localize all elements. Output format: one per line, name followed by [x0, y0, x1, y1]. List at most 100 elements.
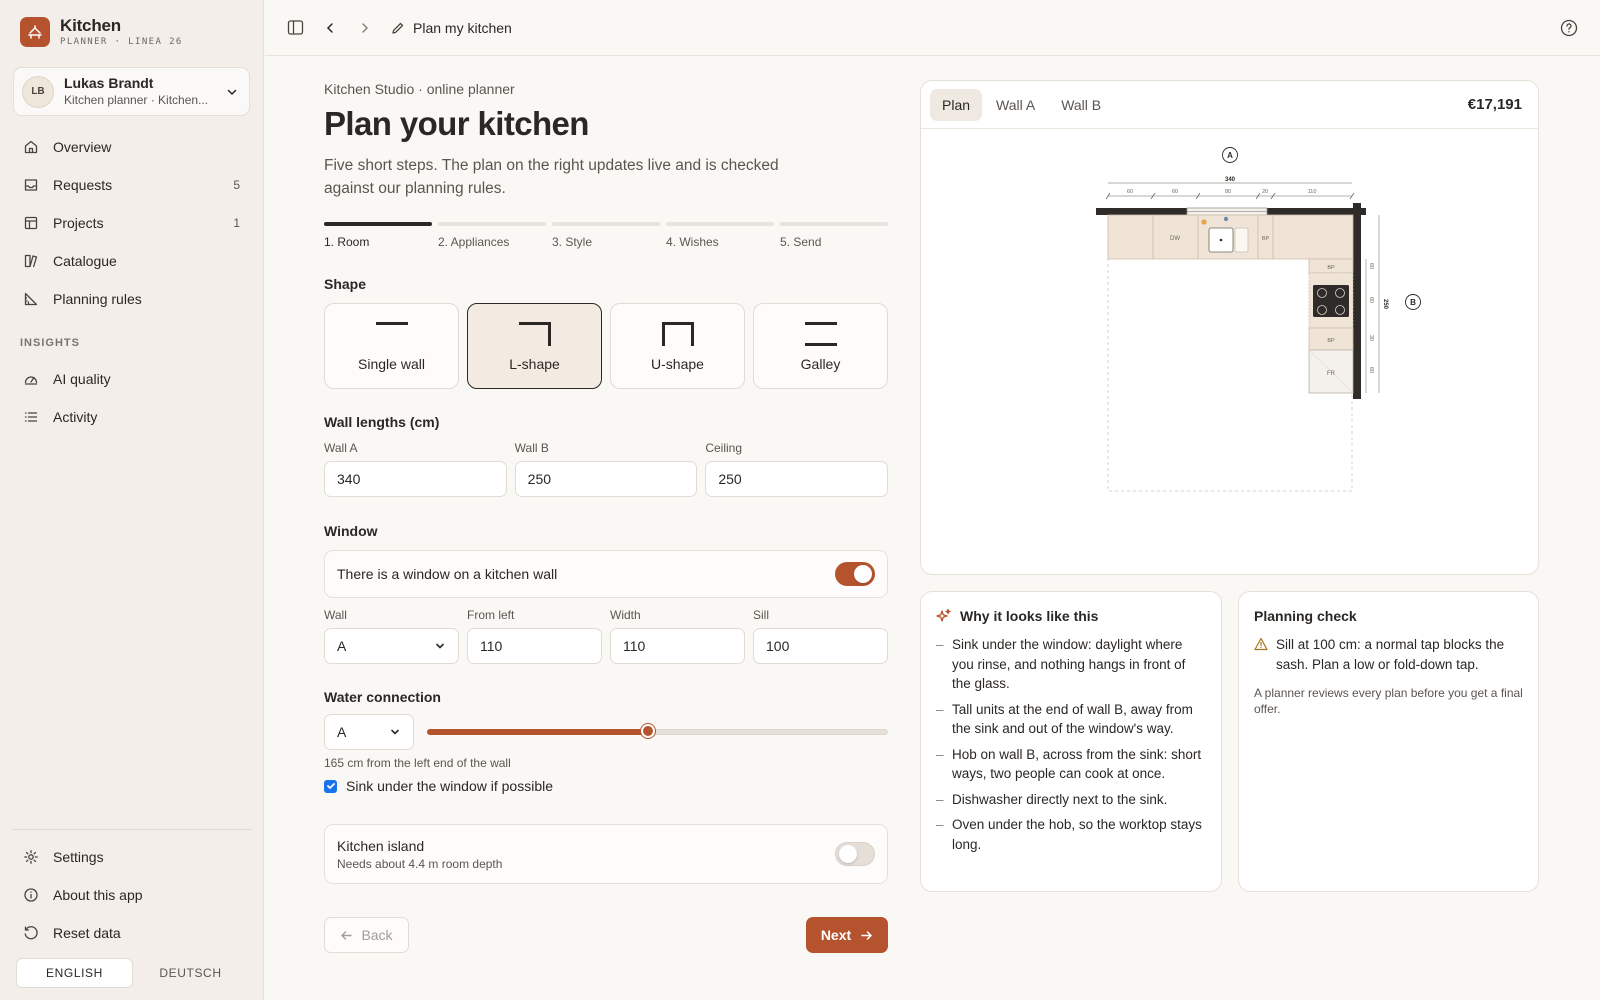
single-wall-icon	[375, 322, 408, 325]
nav-item-reset-data[interactable]: Reset data	[12, 914, 252, 952]
water-position-slider[interactable]	[427, 724, 888, 738]
catalogue-icon	[24, 254, 38, 268]
island-toggle[interactable]	[835, 842, 875, 866]
reset-icon	[24, 926, 38, 940]
island-toggle-card[interactable]: Kitchen island Needs about 4.4 m room de…	[324, 824, 888, 884]
bp-label: BP	[1262, 236, 1270, 242]
user-switcher[interactable]: LB Lukas Brandt Kitchen planner · Kitche…	[13, 67, 250, 116]
nav-item-overview[interactable]: Overview	[12, 128, 252, 166]
step-progress: 1. Room 2. Appliances 3. Style 4. Wishes…	[324, 222, 888, 249]
window-toggle[interactable]	[835, 562, 875, 586]
from-left-input[interactable]	[467, 628, 602, 664]
wall-a-marker-label: A	[1227, 151, 1233, 160]
check-heading: Planning check	[1254, 608, 1523, 624]
next-button[interactable]: Next	[806, 917, 888, 953]
user-role: Kitchen planner · Kitchen...	[64, 93, 209, 107]
gear-icon	[24, 850, 38, 864]
window-fields-row: Wall A From left Width Sill	[324, 608, 888, 664]
sidebar-toggle-icon[interactable]	[286, 19, 304, 37]
window-width-input[interactable]	[610, 628, 745, 664]
nav-item-requests[interactable]: Requests 5	[12, 166, 252, 204]
breadcrumb-label: Plan my kitchen	[413, 19, 512, 36]
plan-tabs: Plan Wall A Wall B €17,191	[921, 81, 1538, 129]
water-hint: 165 cm from the left end of the wall	[324, 756, 511, 770]
sink-under-window-checkbox[interactable]	[324, 779, 337, 793]
window-wall-label: Wall	[324, 608, 347, 622]
nav-label: About this app	[53, 887, 143, 903]
step-send[interactable]: 5. Send	[780, 222, 888, 249]
drain	[1219, 238, 1223, 242]
ruler-icon	[24, 292, 38, 306]
nav-item-projects[interactable]: Projects 1	[12, 204, 252, 242]
why-list: – Sink under the window: daylight where y…	[936, 635, 1206, 854]
check-title: Planning check	[1254, 608, 1357, 624]
nav-item-ai-quality[interactable]: AI quality	[12, 360, 252, 398]
forward-arrow-icon[interactable]	[356, 19, 374, 37]
step-wishes[interactable]: 4. Wishes	[666, 222, 774, 249]
back-button[interactable]: Back	[324, 917, 409, 953]
bottom-nav: Settings About this app Reset data	[12, 838, 252, 952]
step-style[interactable]: 3. Style	[552, 222, 660, 249]
shape-single-wall-option[interactable]: Single wall	[324, 303, 459, 389]
shape-l-shape-option[interactable]: L-shape	[467, 303, 602, 389]
layout-icon	[24, 216, 38, 230]
wall-b-input[interactable]	[514, 461, 698, 497]
why-card: Why it looks like this – Sink under the w…	[920, 591, 1222, 892]
shape-galley-option[interactable]: Galley	[753, 303, 888, 389]
brand-logo-icon	[20, 17, 50, 47]
segment-label-b: 60	[1368, 297, 1374, 303]
step-bar	[552, 222, 660, 226]
step-label: 1. Room	[324, 235, 370, 249]
nav-item-planning-rules[interactable]: Planning rules	[12, 280, 252, 318]
brand[interactable]: Kitchen PLANNER · LINEA 26	[20, 17, 183, 47]
segment-label-a: 60	[1127, 189, 1133, 195]
segment-label-a: 60	[1172, 189, 1178, 195]
list-item: – Sink under the window: daylight where y…	[936, 635, 1206, 694]
nav-item-activity[interactable]: Activity	[12, 398, 252, 436]
window-wall-select[interactable]: A	[324, 628, 459, 664]
tab-wall-a[interactable]: Wall A	[984, 89, 1047, 121]
nav-label: Projects	[53, 215, 104, 231]
segment-label-b: 30	[1368, 335, 1374, 341]
sill-input[interactable]	[753, 628, 888, 664]
step-label: 2. Appliances	[438, 235, 510, 249]
step-bar	[438, 222, 546, 226]
nav-label: Requests	[53, 177, 113, 193]
tab-wall-b[interactable]: Wall B	[1049, 89, 1113, 121]
step-room[interactable]: 1. Room	[324, 222, 432, 249]
shape-label: U-shape	[651, 356, 704, 372]
tap-marker	[1223, 216, 1229, 222]
step-label: 5. Send	[780, 235, 822, 249]
island-hint: Needs about 4.4 m room depth	[337, 856, 503, 871]
segment-label-b: 60	[1368, 367, 1374, 373]
wall-a-input[interactable]	[324, 461, 507, 497]
why-item-text: Hob on wall B, across from the sink: sho…	[952, 746, 1202, 782]
shape-heading: Shape	[324, 276, 367, 292]
step-appliances[interactable]: 2. Appliances	[438, 222, 546, 249]
language-english-button[interactable]: ENGLISH	[16, 958, 133, 988]
nav-item-catalogue[interactable]: Catalogue	[12, 242, 252, 280]
select-value: A	[337, 724, 347, 740]
ceiling-input[interactable]	[705, 461, 889, 497]
back-arrow-icon[interactable]	[321, 19, 339, 37]
help-icon[interactable]	[1560, 19, 1578, 37]
arrow-left-icon	[341, 930, 353, 940]
plan-card: Plan Wall A Wall B €17,191 DW BP BP BP F…	[920, 80, 1539, 575]
arrow-right-icon	[861, 930, 873, 940]
shape-u-shape-option[interactable]: U-shape	[610, 303, 745, 389]
slider-thumb[interactable]	[641, 724, 656, 738]
wall-lengths-row: Wall A Wall B Ceiling	[324, 441, 889, 497]
sink-under-window-label: Sink under the window if possible	[346, 778, 554, 794]
nav-item-about[interactable]: About this app	[12, 876, 252, 914]
intro-text: Five short steps. The plan on the right …	[324, 157, 779, 197]
water-wall-select[interactable]: A	[324, 714, 414, 750]
tab-plan[interactable]: Plan	[930, 88, 983, 121]
wall-b	[1353, 203, 1361, 399]
gauge-icon	[24, 376, 38, 385]
nav-item-settings[interactable]: Settings	[12, 838, 252, 876]
window-toggle-card[interactable]: There is a window on a kitchen wall	[324, 550, 888, 598]
language-deutsch-button[interactable]: DEUTSCH	[133, 958, 248, 988]
window-heading: Window	[324, 523, 378, 539]
check-note: A planner reviews every plan before you …	[1254, 686, 1523, 716]
sink-under-window-row[interactable]: Sink under the window if possible	[324, 778, 553, 794]
